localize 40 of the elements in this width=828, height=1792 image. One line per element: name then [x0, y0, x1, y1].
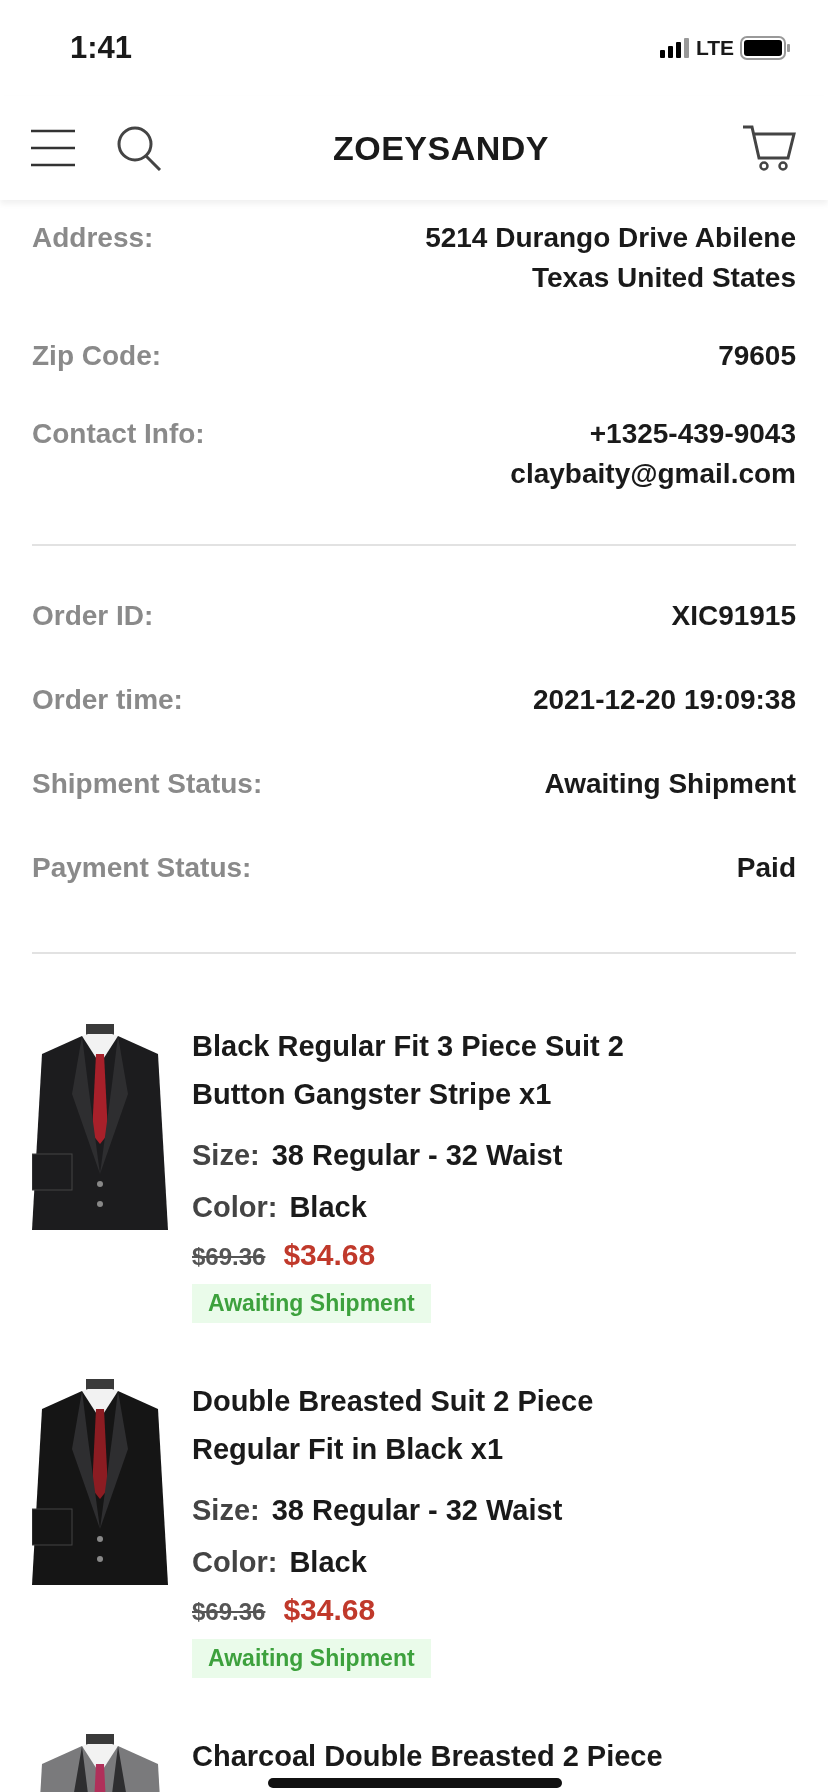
color-label: Color:	[192, 1190, 278, 1225]
color-value: Black	[289, 1190, 367, 1225]
menu-icon[interactable]	[30, 129, 76, 167]
field-label: Order ID:	[32, 599, 154, 633]
original-price: $69.36	[192, 1598, 266, 1626]
field-label: Contact Info:	[32, 417, 205, 451]
sale-price: $34.68	[283, 1238, 376, 1272]
field-value: 79605	[718, 339, 796, 373]
field-value: claybaity@gmail.com	[510, 457, 796, 491]
network-label: LTE	[695, 36, 734, 60]
cart-icon[interactable]	[742, 124, 796, 172]
field-value: XIC91915	[671, 599, 796, 633]
field-label: Shipment Status:	[32, 767, 263, 801]
product-title[interactable]: Charcoal Double Breasted 2 Piece	[192, 1732, 663, 1780]
field-value: 2021-12-20 19:09:38	[532, 683, 796, 717]
size-label: Size:	[192, 1493, 260, 1528]
field-label: Order time:	[32, 683, 183, 717]
field-label: Payment Status:	[32, 851, 252, 885]
field-value: 5214 Durango Drive Abilene Texas United States	[424, 221, 796, 295]
status-badge: Awaiting Shipment	[192, 1639, 431, 1678]
battery-icon	[740, 36, 790, 60]
size-value: 38 Regular - 32 Waist	[271, 1493, 563, 1528]
size-value: 38 Regular - 32 Waist	[271, 1138, 563, 1173]
sale-price: $34.68	[283, 1593, 376, 1627]
signal-icon	[659, 38, 690, 58]
color-label: Color:	[192, 1545, 278, 1580]
status-badge: Awaiting Shipment	[192, 1284, 431, 1323]
field-label: Zip Code:	[32, 339, 162, 373]
search-icon[interactable]	[116, 125, 162, 171]
brand-logo[interactable]: ZOEYSANDY	[230, 128, 652, 168]
field-value: +1325-439-9043	[589, 417, 796, 451]
product-title[interactable]: Black Regular Fit 3 Piece Suit 2 Button Gangster Stripe x1	[192, 1022, 702, 1118]
field-value: Paid	[736, 851, 796, 885]
clock-time: 1:41	[70, 30, 133, 66]
field-value: Awaiting Shipment	[544, 767, 796, 801]
field-label: Address:	[32, 221, 154, 255]
product-title[interactable]: Double Breasted Suit 2 Piece Regular Fit in Black x1	[192, 1377, 702, 1473]
color-value: Black	[289, 1545, 367, 1580]
size-label: Size:	[192, 1138, 260, 1173]
original-price: $69.36	[192, 1243, 266, 1271]
